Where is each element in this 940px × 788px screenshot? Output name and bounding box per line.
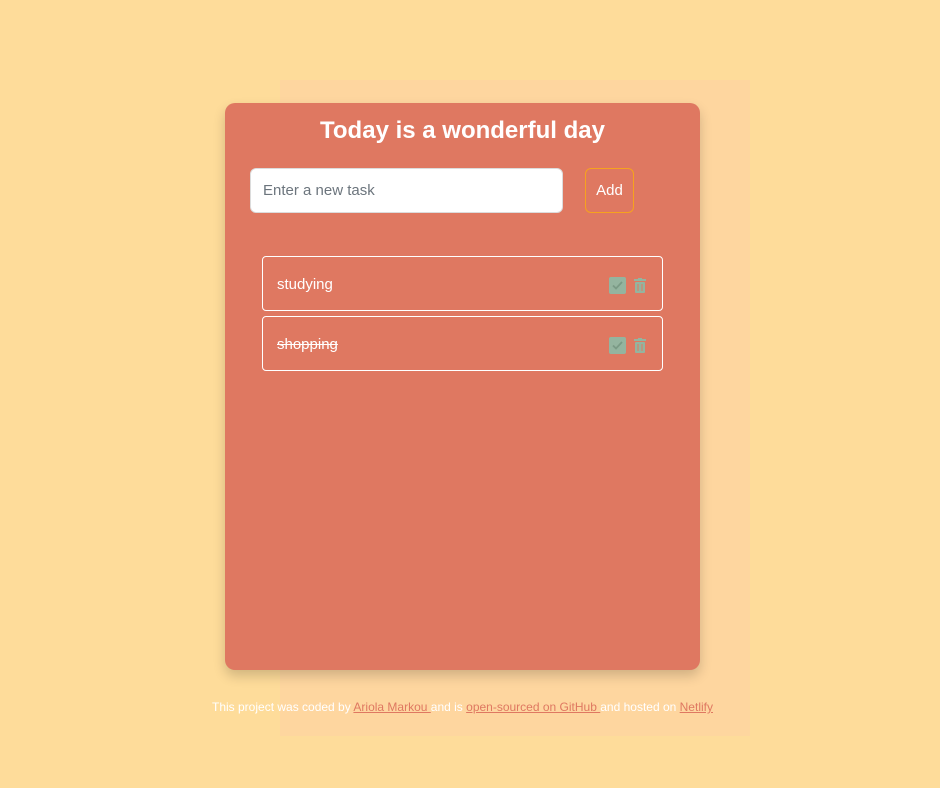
- trash-icon-glyph: [634, 338, 646, 353]
- check-icon-glyph: [612, 341, 623, 350]
- page-title: Today is a wonderful day: [320, 117, 605, 144]
- check-icon[interactable]: [609, 337, 626, 354]
- task-list: studying shopping: [262, 256, 663, 376]
- footer-text-middle: and is: [430, 700, 467, 714]
- github-link[interactable]: open-sourced on GitHub: [466, 700, 600, 714]
- task-text: shopping: [277, 336, 338, 353]
- task-text: studying: [277, 276, 333, 293]
- footer-text-before: This project was coded by: [212, 700, 354, 714]
- author-link[interactable]: Ariola Markou: [353, 700, 430, 714]
- task-item: shopping: [262, 316, 663, 371]
- new-task-input[interactable]: [250, 168, 563, 213]
- trash-icon[interactable]: [633, 337, 647, 354]
- check-icon-glyph: [612, 281, 623, 290]
- check-icon[interactable]: [609, 277, 626, 294]
- todo-card: Today is a wonderful day Add studying: [225, 103, 700, 670]
- trash-icon-glyph: [634, 278, 646, 293]
- task-item: studying: [262, 256, 663, 311]
- footer: This project was coded by Ariola Markou …: [0, 700, 925, 714]
- trash-icon[interactable]: [633, 277, 647, 294]
- netlify-link[interactable]: Netlify: [680, 700, 713, 714]
- page: Today is a wonderful day Add studying: [0, 0, 940, 788]
- add-task-button[interactable]: Add: [585, 168, 634, 213]
- footer-text-after: and hosted on: [600, 700, 680, 714]
